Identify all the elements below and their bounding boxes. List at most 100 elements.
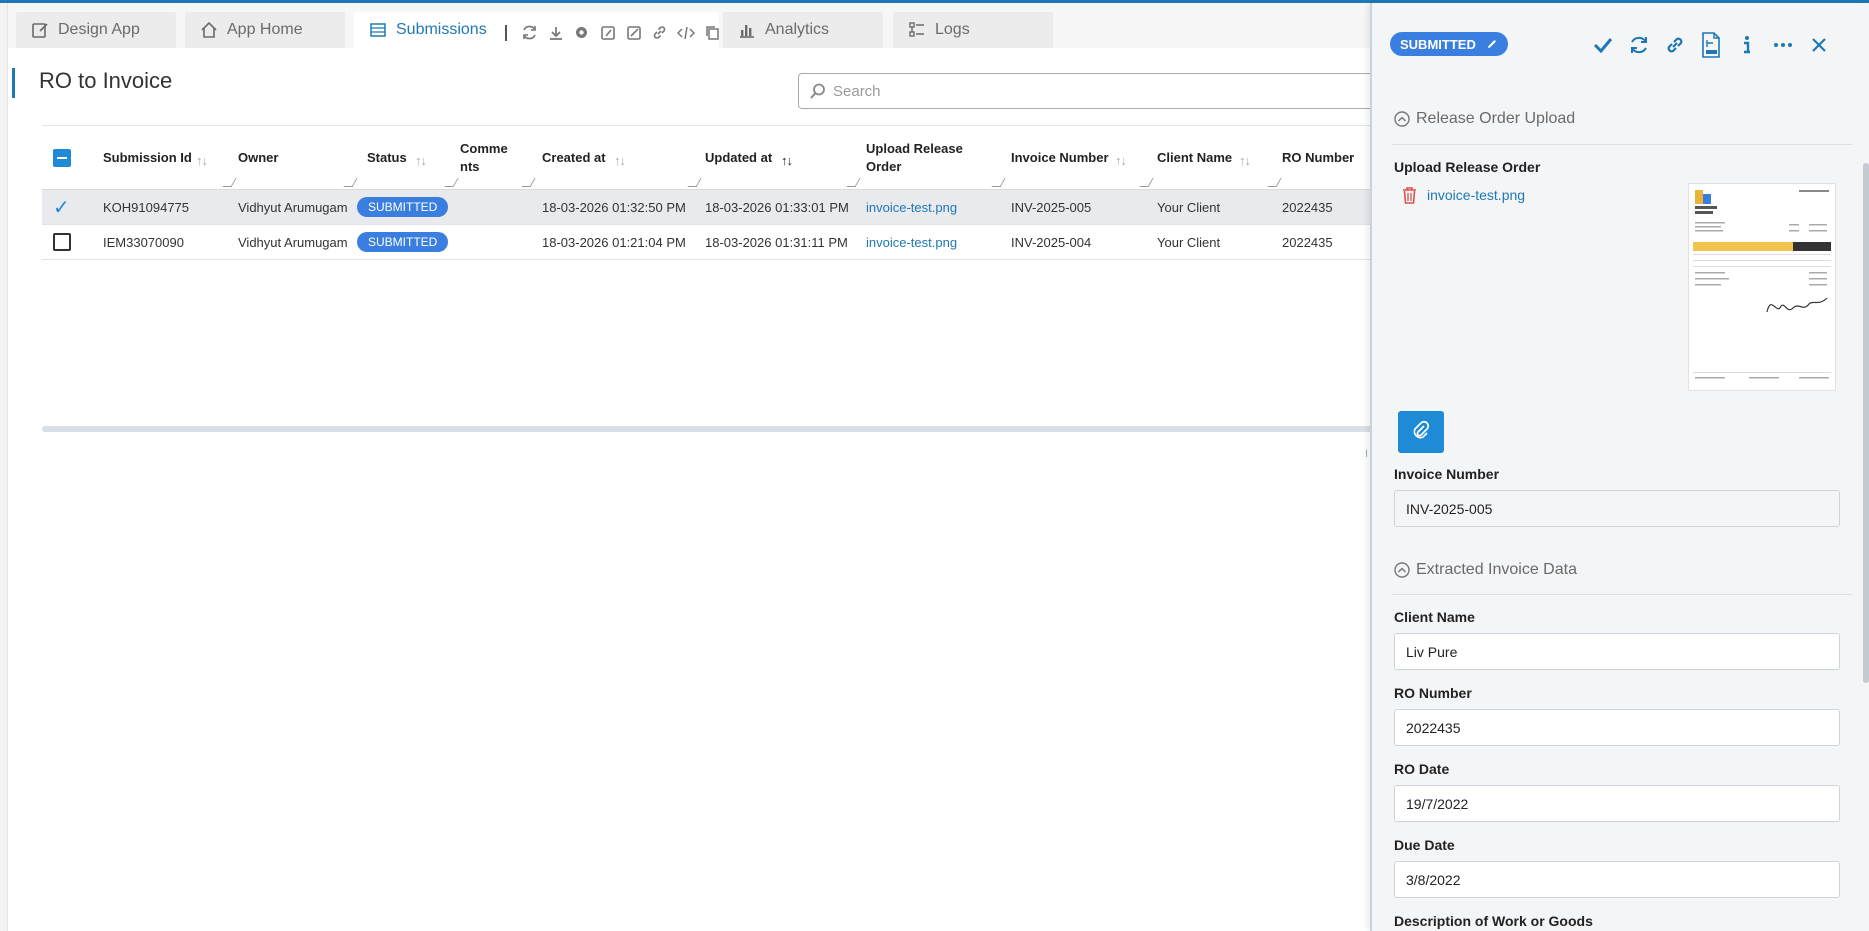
- resize-handle[interactable]: [687, 178, 702, 187]
- resize-handle[interactable]: [991, 178, 1006, 187]
- info-icon[interactable]: [1735, 33, 1759, 57]
- column-created-at[interactable]: Created at ↑↓: [542, 126, 702, 190]
- resize-handle[interactable]: [1267, 178, 1282, 187]
- section-divider: [1392, 594, 1852, 595]
- cell-owner: Vidhyut Arumugam: [238, 199, 348, 215]
- close-icon[interactable]: [1807, 33, 1831, 57]
- resize-handle[interactable]: [521, 178, 536, 187]
- settings-icon[interactable]: [572, 23, 591, 42]
- tab-label: Analytics: [765, 21, 830, 38]
- ro-number-field[interactable]: 2022435: [1394, 709, 1840, 746]
- cell-ro-number: 2022435: [1282, 234, 1333, 250]
- link-icon[interactable]: [650, 23, 669, 42]
- due-date-field[interactable]: 3/8/2022: [1394, 861, 1840, 898]
- tab-logs[interactable]: Logs: [893, 12, 1053, 48]
- edit-doc-icon[interactable]: [598, 23, 617, 42]
- cell-submission-id: KOH91094775: [103, 199, 190, 215]
- collapse-icon: [1394, 111, 1410, 127]
- column-client-name[interactable]: Client Name ↑↓: [1157, 126, 1282, 190]
- column-ro-number[interactable]: RO Number: [1282, 126, 1372, 190]
- column-comments[interactable]: Comme nts: [460, 126, 536, 190]
- cell-owner: Vidhyut Arumugam: [238, 234, 348, 250]
- left-gutter: [0, 3, 8, 931]
- link-icon[interactable]: [1663, 33, 1687, 57]
- table-row[interactable]: ✓ KOH91094775 Vidhyut Arumugam SUBMITTED…: [42, 190, 1372, 225]
- client-name-label: Client Name: [1394, 609, 1475, 625]
- panel-header: SUBMITTED: [1390, 32, 1508, 56]
- column-invoice-number[interactable]: Invoice Number ↑↓: [1011, 126, 1154, 190]
- code-icon[interactable]: [676, 23, 695, 42]
- sort-icon[interactable]: ↑↓: [614, 152, 626, 170]
- pdf-icon[interactable]: [1699, 32, 1723, 58]
- row-checkbox[interactable]: [53, 225, 71, 259]
- column-upload-release-order[interactable]: Upload Release Order: [866, 126, 1006, 190]
- cell-created-at: 18-03-2026 01:32:50 PM: [542, 199, 686, 215]
- submissions-table: Submission Id ↑↓ Owner Status ↑↓ Comme n…: [42, 125, 1372, 260]
- sort-icon[interactable]: ↑↓: [1239, 152, 1251, 170]
- tab-label: Submissions: [396, 21, 487, 38]
- cell-invoice-number: INV-2025-004: [1011, 234, 1092, 250]
- panel-scrollbar[interactable]: [1863, 163, 1869, 683]
- resize-handle[interactable]: [1139, 178, 1154, 187]
- ro-date-field[interactable]: 19/7/2022: [1394, 785, 1840, 822]
- file-link[interactable]: invoice-test.png: [866, 235, 957, 250]
- resize-handle[interactable]: [343, 178, 358, 187]
- sort-icon[interactable]: ↑↓: [415, 152, 427, 170]
- upload-release-order-label: Upload Release Order: [1394, 159, 1541, 175]
- column-owner[interactable]: Owner: [238, 126, 358, 190]
- submission-detail-panel: SUBMITTED Release Order Upload Upload Re…: [1370, 3, 1869, 931]
- row-checked-icon[interactable]: ✓: [53, 190, 70, 224]
- cell-status: SUBMITTED: [357, 225, 449, 259]
- page-title: RO to Invoice: [39, 68, 173, 93]
- resize-handle[interactable]: [444, 178, 459, 187]
- attach-file-button[interactable]: [1398, 411, 1444, 453]
- more-options-icon[interactable]: [1771, 33, 1795, 57]
- search-input[interactable]: [833, 82, 1353, 100]
- resize-handle[interactable]: [846, 178, 861, 187]
- column-submission-id[interactable]: Submission Id ↑↓: [103, 126, 237, 190]
- cell-submission-id: IEM33070090: [103, 234, 184, 250]
- sort-icon[interactable]: ↑↓: [1115, 152, 1127, 170]
- table-row[interactable]: IEM33070090 Vidhyut Arumugam SUBMITTED 1…: [42, 225, 1372, 260]
- resize-handle[interactable]: [222, 178, 237, 187]
- edit-check-icon[interactable]: [624, 23, 643, 42]
- file-link[interactable]: invoice-test.png: [866, 200, 957, 215]
- select-all-checkbox[interactable]: [53, 126, 71, 190]
- tab-app-home[interactable]: App Home: [185, 12, 345, 48]
- status-badge: SUBMITTED: [357, 197, 449, 217]
- column-status[interactable]: Status ↑↓: [367, 126, 459, 190]
- description-label: Description of Work or Goods: [1394, 913, 1593, 929]
- collapse-icon: [1394, 562, 1410, 578]
- ro-date-label: RO Date: [1394, 761, 1450, 777]
- refresh-icon[interactable]: [1627, 33, 1651, 57]
- uploaded-file-link[interactable]: invoice-test.png: [1427, 187, 1525, 203]
- invoice-thumbnail[interactable]: [1688, 183, 1836, 391]
- invoice-number-field[interactable]: INV-2025-005: [1394, 490, 1840, 527]
- approve-check-icon[interactable]: [1591, 33, 1615, 57]
- bar-chart-icon: [737, 20, 757, 40]
- home-icon: [199, 20, 219, 40]
- sort-icon[interactable]: ↑↓: [196, 152, 208, 170]
- pager-fragment: I: [1365, 448, 1369, 460]
- copy-icon[interactable]: [702, 23, 721, 42]
- cell-updated-at: 18-03-2026 01:31:11 PM: [705, 234, 848, 250]
- horizontal-scrollbar[interactable]: [42, 426, 1372, 432]
- cell-client-name: Your Client: [1157, 199, 1221, 215]
- client-name-field[interactable]: Liv Pure: [1394, 633, 1840, 670]
- sort-desc-icon[interactable]: ↑↓: [781, 152, 793, 170]
- column-updated-at[interactable]: Updated at ↑↓: [705, 126, 861, 190]
- section-extracted-invoice-data[interactable]: Extracted Invoice Data: [1394, 561, 1577, 579]
- cell-invoice-number: INV-2025-005: [1011, 199, 1092, 215]
- tab-design-app[interactable]: Design App: [16, 12, 176, 48]
- panel-divider: [1370, 558, 1372, 931]
- cell-ro-number: 2022435: [1282, 199, 1333, 215]
- status-badge[interactable]: SUBMITTED: [1390, 32, 1508, 56]
- tab-analytics[interactable]: Analytics: [723, 12, 883, 48]
- download-icon[interactable]: [546, 23, 565, 42]
- tab-label: App Home: [227, 21, 303, 38]
- title-accent: [12, 68, 15, 98]
- refresh-icon[interactable]: [520, 23, 539, 42]
- toolbar-divider: [505, 24, 507, 41]
- trash-icon[interactable]: [1402, 186, 1417, 204]
- section-release-order-upload[interactable]: Release Order Upload: [1394, 110, 1575, 128]
